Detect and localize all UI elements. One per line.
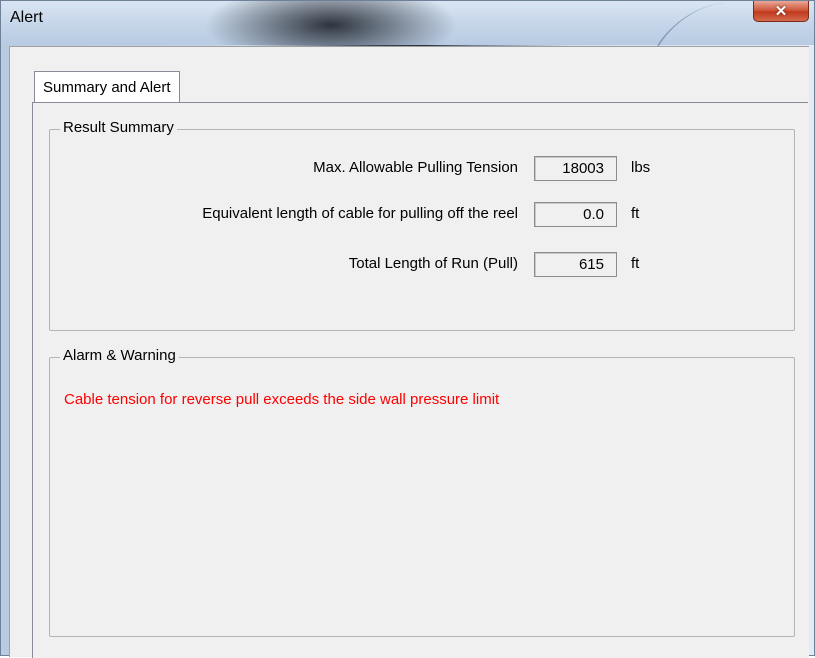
max-pulling-tension-unit: lbs	[631, 159, 651, 176]
dialog-client-area: Summary and Alert Result Summary Max. Al…	[9, 46, 809, 658]
close-button[interactable]: ✕	[753, 1, 809, 22]
alert-window: Alert ✕ Summary and Alert Result Summary…	[0, 0, 815, 658]
result-summary-legend: Result Summary	[60, 119, 177, 136]
equivalent-length-label: Equivalent length of cable for pulling o…	[202, 205, 518, 222]
title-bar-glass-streak	[656, 3, 754, 47]
close-icon: ✕	[774, 2, 788, 20]
tab-summary-and-alert[interactable]: Summary and Alert	[34, 71, 180, 102]
total-length-value: 615	[534, 252, 617, 277]
alarm-warning-legend: Alarm & Warning	[60, 347, 179, 364]
max-pulling-tension-value: 18003	[534, 156, 617, 181]
title-bar[interactable]: Alert ✕	[1, 1, 814, 47]
result-summary-group: Result Summary Max. Allowable Pulling Te…	[49, 119, 795, 331]
tab-label: Summary and Alert	[43, 78, 171, 96]
total-length-unit: ft	[631, 255, 640, 272]
max-pulling-tension-label: Max. Allowable Pulling Tension	[313, 159, 518, 176]
window-title: Alert	[10, 9, 43, 26]
equivalent-length-unit: ft	[631, 205, 640, 222]
alarm-message: Cable tension for reverse pull exceeds t…	[64, 391, 500, 408]
equivalent-length-value: 0.0	[534, 202, 617, 227]
total-length-label: Total Length of Run (Pull)	[348, 255, 518, 272]
tab-panel: Result Summary Max. Allowable Pulling Te…	[32, 102, 808, 658]
alarm-warning-group: Alarm & Warning Cable tension for revers…	[49, 347, 795, 637]
